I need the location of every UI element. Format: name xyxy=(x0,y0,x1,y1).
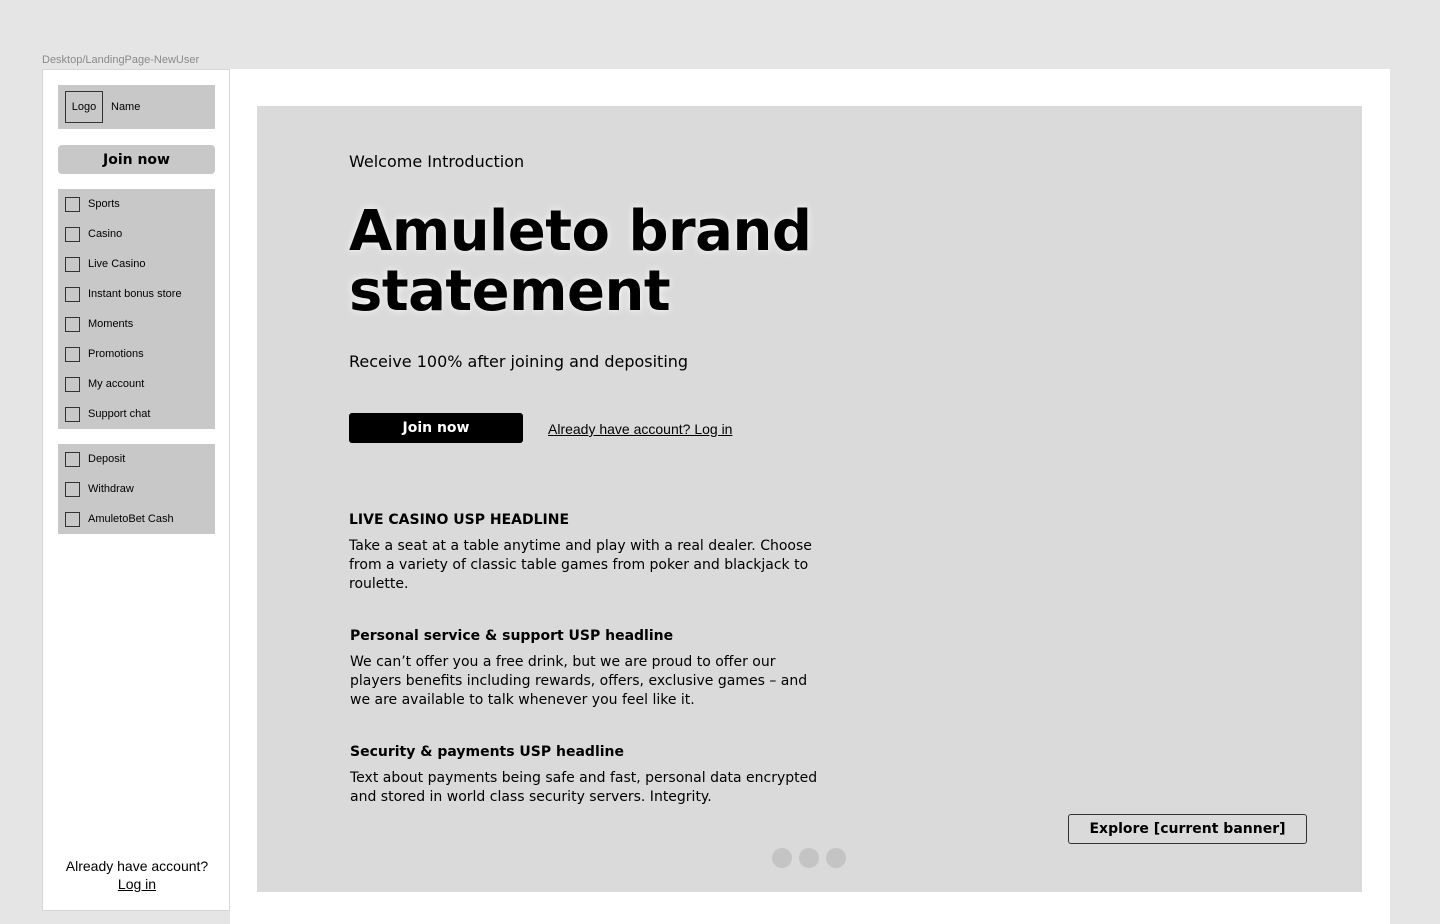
sidebar-item-label: Support chat xyxy=(88,408,151,420)
carousel-dot-3[interactable] xyxy=(826,848,846,868)
account-icon xyxy=(65,376,80,392)
sidebar-item-label: Live Casino xyxy=(88,258,146,270)
sidebar-item-promotions[interactable]: Promotions xyxy=(58,339,215,369)
offer-subline: Receive 100% after joining and depositin… xyxy=(349,352,689,371)
carousel-dot-1[interactable] xyxy=(772,848,792,868)
hero-join-button[interactable]: Join now xyxy=(349,413,523,443)
brand-name: Name xyxy=(111,101,141,113)
sidebar-item-label: My account xyxy=(88,378,145,390)
deposit-icon xyxy=(65,451,80,467)
usp-headline: Personal service & support USP headline xyxy=(350,628,674,644)
promotions-icon xyxy=(65,346,80,362)
logo: Logo xyxy=(65,91,103,123)
sidebar-item-label: Deposit xyxy=(88,453,126,465)
sidebar-item-label: Promotions xyxy=(88,348,144,360)
usp-headline: LIVE CASINO USP HEADLINE xyxy=(349,512,570,528)
sidebar-item-amuletobet-cash[interactable]: AmuletoBet Cash xyxy=(58,504,215,534)
brand-block[interactable]: Logo Name xyxy=(58,85,215,129)
moments-icon xyxy=(65,316,80,332)
sidebar-item-label: Casino xyxy=(88,228,123,240)
usp-text: Text about payments being safe and fast,… xyxy=(350,770,818,805)
sidebar-footer-text: Already have account? xyxy=(65,858,209,874)
main-content: Welcome Introduction Amuleto brand state… xyxy=(230,69,1390,924)
casino-icon xyxy=(65,226,80,242)
brand-statement-line-2: statement xyxy=(349,259,671,324)
usp-security: Security & payments USP headline Text ab… xyxy=(350,744,820,807)
sidebar-item-support-chat[interactable]: Support chat xyxy=(58,399,215,429)
cash-icon xyxy=(65,511,80,527)
hero-banner: Welcome Introduction Amuleto brand state… xyxy=(257,106,1362,892)
sidebar-item-label: Instant bonus store xyxy=(88,288,182,300)
wallet-menu: Deposit Withdraw AmuletoBet Cash xyxy=(58,444,215,534)
carousel-dots xyxy=(772,848,846,868)
usp-text: Take a seat at a table anytime and play … xyxy=(349,538,812,592)
usp-headline: Security & payments USP headline xyxy=(350,744,625,760)
sidebar-footer: Already have account? Log in xyxy=(43,857,231,893)
main-menu: Sports Casino Live Casino Instant bonus … xyxy=(58,189,215,429)
brand-statement: Amuleto brand statement xyxy=(349,202,869,322)
sidebar-login-link[interactable]: Log in xyxy=(43,875,231,893)
sidebar-item-label: Moments xyxy=(88,318,134,330)
bonus-store-icon xyxy=(65,286,80,302)
usp-text: We can’t offer you a free drink, but we … xyxy=(350,654,808,708)
sidebar-item-label: AmuletoBet Cash xyxy=(88,513,174,525)
explore-banner-button[interactable]: Explore [current banner] xyxy=(1068,814,1307,844)
sidebar-item-instant-bonus-store[interactable]: Instant bonus store xyxy=(58,279,215,309)
hero-login-link[interactable]: Already have account? Log in xyxy=(548,421,732,437)
sidebar-item-live-casino[interactable]: Live Casino xyxy=(58,249,215,279)
sidebar-item-label: Withdraw xyxy=(88,483,134,495)
sidebar: Logo Name Join now Sports Casino Live Ca… xyxy=(42,69,230,911)
sidebar-item-my-account[interactable]: My account xyxy=(58,369,215,399)
sidebar-item-moments[interactable]: Moments xyxy=(58,309,215,339)
sidebar-item-sports[interactable]: Sports xyxy=(58,189,215,219)
sidebar-item-withdraw[interactable]: Withdraw xyxy=(58,474,215,504)
usp-personal-service: Personal service & support USP headline … xyxy=(350,628,820,710)
frame-label: Desktop/LandingPage-NewUser xyxy=(42,54,200,66)
sports-icon xyxy=(65,196,80,212)
chat-icon xyxy=(65,406,80,422)
brand-statement-line-1: Amuleto brand xyxy=(349,199,812,264)
sidebar-item-label: Sports xyxy=(88,198,120,210)
carousel-dot-2[interactable] xyxy=(799,848,819,868)
usp-live-casino: LIVE CASINO USP HEADLINE Take a seat at … xyxy=(349,512,819,594)
live-casino-icon xyxy=(65,256,80,272)
sidebar-item-deposit[interactable]: Deposit xyxy=(58,444,215,474)
sidebar-join-button[interactable]: Join now xyxy=(58,145,215,174)
sidebar-item-casino[interactable]: Casino xyxy=(58,219,215,249)
withdraw-icon xyxy=(65,481,80,497)
welcome-intro: Welcome Introduction xyxy=(349,152,525,171)
